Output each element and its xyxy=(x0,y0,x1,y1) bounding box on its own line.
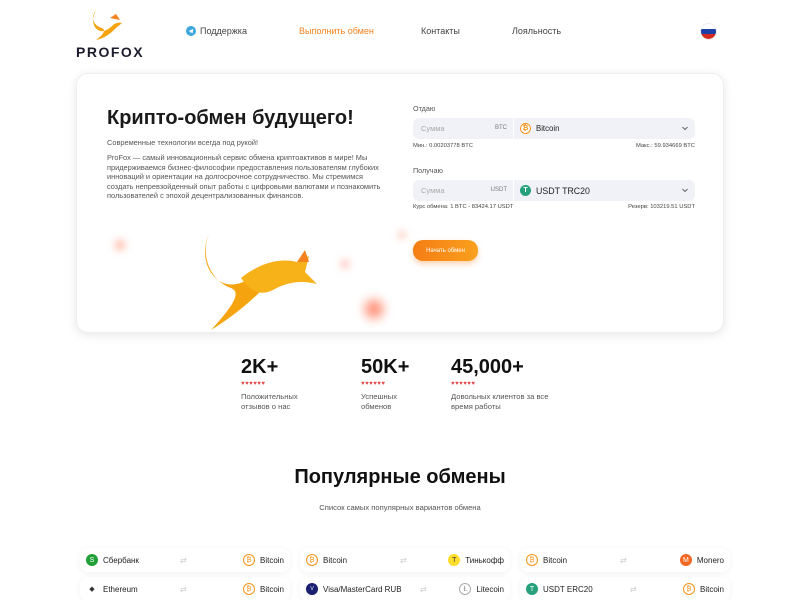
pair-to: Monero xyxy=(696,555,724,565)
get-asset-name: USDT TRC20 xyxy=(536,185,590,196)
swap-arrow-icon: ⇄ xyxy=(630,585,637,594)
monero-icon: M xyxy=(679,554,692,566)
give-currency-code: BTC xyxy=(495,125,507,131)
popular-title: Популярные обмены xyxy=(294,466,506,488)
fox-mascot-icon xyxy=(205,234,317,330)
hearts-icon: ♥♥♥♥♥♥ xyxy=(241,381,266,387)
swap-arrow-icon: ⇄ xyxy=(400,556,407,565)
pair-to: Bitcoin xyxy=(259,584,284,594)
popular-subtitle: Список самых популярных вариантов обмена xyxy=(319,503,481,512)
chevron-down-icon xyxy=(682,126,688,131)
litecoin-icon: Ł xyxy=(459,583,472,595)
give-row: Сумма BTC ₿ Bitcoin xyxy=(413,118,695,139)
stat-label-line: обменов xyxy=(361,402,392,411)
decor-blob xyxy=(113,238,127,252)
hero-card: Крипто-обмен будущего! Современные техно… xyxy=(76,73,724,333)
give-max-note: Макс.: 59.934669 BTC xyxy=(635,143,695,149)
bitcoin-icon: ₿ xyxy=(682,583,695,595)
nav-contacts-link[interactable]: Контакты xyxy=(421,26,460,36)
bitcoin-icon: ₿ xyxy=(526,554,538,566)
give-asset-select[interactable]: ₿ Bitcoin xyxy=(514,118,695,139)
pair-card[interactable]: S Сбербанк ⇄ ₿ Bitcoin xyxy=(80,548,290,572)
swap-arrow-icon: ⇄ xyxy=(420,585,427,594)
pair-card[interactable]: ₿ Bitcoin ⇄ M Monero xyxy=(520,548,730,572)
give-asset-name: Bitcoin xyxy=(536,124,560,133)
stat-label-line: Успешных xyxy=(361,392,397,401)
nav-loyalty-link[interactable]: Лояльность xyxy=(512,26,561,36)
pair-card[interactable]: V Visa/MasterCard RUB ⇄ Ł Litecoin xyxy=(300,577,510,600)
swap-arrow-icon: ⇄ xyxy=(620,556,627,565)
start-exchange-button[interactable]: Начать обмен xyxy=(413,240,478,261)
get-currency-code: USDT xyxy=(490,187,507,193)
header: PROFOX Поддержка Выполнить обмен Контакт… xyxy=(0,0,800,64)
main-nav: Поддержка Выполнить обмен Контакты Лояль… xyxy=(0,26,800,40)
get-asset-select[interactable]: T USDT TRC20 xyxy=(514,180,695,201)
hearts-icon: ♥♥♥♥♥♥ xyxy=(451,381,476,387)
pair-from: Visa/MasterCard RUB xyxy=(323,584,402,594)
get-amount-input[interactable]: Сумма USDT xyxy=(413,180,513,201)
bitcoin-icon: ₿ xyxy=(242,583,255,595)
stat-clients: 45,000+ ♥♥♥♥♥♥ Довольных клиентов за все… xyxy=(451,356,548,412)
stat-value: 45,000+ xyxy=(451,356,524,378)
stat-label: Довольных клиентов за все время работы xyxy=(451,392,548,412)
pair-from: Сбербанк xyxy=(103,555,139,565)
tinkoff-icon: T xyxy=(448,554,461,566)
bitcoin-icon: ₿ xyxy=(520,123,531,134)
sberbank-icon: S xyxy=(86,554,98,566)
pair-to: Litecoin xyxy=(476,584,504,594)
stat-reviews: 2K+ ♥♥♥♥♥♥ Положительных отзывов о нас xyxy=(241,356,298,412)
give-amount-placeholder: Сумма xyxy=(421,124,445,133)
decor-blob xyxy=(397,230,407,240)
pair-card[interactable]: ◆ Ethereum ⇄ ₿ Bitcoin xyxy=(80,577,290,600)
decor-blob xyxy=(339,258,351,270)
pair-card[interactable]: ₿ Bitcoin ⇄ T Тинькофф xyxy=(300,548,510,572)
stat-label: Успешных обменов xyxy=(361,392,409,412)
nav-support-label: Поддержка xyxy=(200,26,247,36)
hero-subtitle: Современные технологии всегда под рукой! xyxy=(107,138,259,147)
language-flag-ru-icon[interactable] xyxy=(701,24,716,39)
give-amount-input[interactable]: Сумма BTC xyxy=(413,118,513,139)
stat-label-line: отзывов о нас xyxy=(241,402,291,411)
hero-title: Крипто-обмен будущего! xyxy=(107,107,354,129)
pair-to: Bitcoin xyxy=(259,555,284,565)
exchange-rate-note: Курс обмена: 1 BTC - 83424.17 USDT xyxy=(413,204,514,210)
swap-arrow-icon: ⇄ xyxy=(180,556,187,565)
telegram-icon xyxy=(186,26,196,36)
tether-icon: T xyxy=(526,583,538,595)
pair-from: Bitcoin xyxy=(323,555,348,565)
get-label: Получаю xyxy=(413,166,443,175)
stat-value: 50K+ xyxy=(361,356,410,378)
give-min-note: Мин.: 0.00203778 BTC xyxy=(413,143,473,149)
hearts-icon: ♥♥♥♥♥♥ xyxy=(361,381,386,387)
nav-exchange-link[interactable]: Выполнить обмен xyxy=(299,26,374,36)
swap-arrow-icon: ⇄ xyxy=(180,585,187,594)
give-label: Отдаю xyxy=(413,104,436,113)
pair-from: Ethereum xyxy=(103,584,138,594)
tether-icon: T xyxy=(520,185,531,196)
pair-card[interactable]: T USDT ERC20 ⇄ ₿ Bitcoin xyxy=(520,577,730,600)
visa-mastercard-icon: V xyxy=(306,583,318,595)
stat-value: 2K+ xyxy=(241,356,279,378)
reserve-note: Резерв: 103219.51 USDT xyxy=(628,204,695,210)
get-row: Сумма USDT T USDT TRC20 xyxy=(413,180,695,201)
pair-from: USDT ERC20 xyxy=(543,584,593,594)
logo-text: PROFOX xyxy=(76,44,145,60)
bitcoin-icon: ₿ xyxy=(306,554,318,566)
nav-support-link[interactable]: Поддержка xyxy=(186,26,247,36)
ethereum-icon: ◆ xyxy=(86,583,98,595)
pair-to: Тинькофф xyxy=(465,555,504,565)
chevron-down-icon xyxy=(682,188,688,193)
stat-exchanges: 50K+ ♥♥♥♥♥♥ Успешных обменов xyxy=(361,356,409,412)
stat-label-line: Довольных клиентов за все xyxy=(451,392,549,401)
bitcoin-icon: ₿ xyxy=(242,554,255,566)
get-amount-placeholder: Сумма xyxy=(421,186,445,195)
pair-from: Bitcoin xyxy=(543,555,568,565)
decor-blob xyxy=(359,294,389,324)
hero-description: ProFox — самый инновационный сервис обме… xyxy=(107,153,381,201)
stat-label-line: время работы xyxy=(451,402,501,411)
stat-label: Положительных отзывов о нас xyxy=(241,392,298,412)
pair-to: Bitcoin xyxy=(699,584,724,594)
stat-label-line: Положительных xyxy=(241,392,298,401)
